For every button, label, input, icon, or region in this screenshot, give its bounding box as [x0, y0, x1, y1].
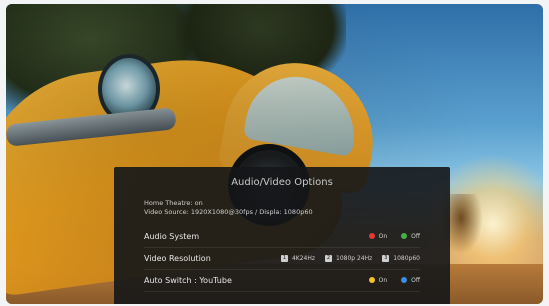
- resolution-4k24hz-button[interactable]: 1 4K24Hz: [280, 254, 315, 262]
- resolution-1080p60-label: 1080p60: [393, 254, 420, 262]
- status-info: Home Theatre: on Video Source: 1920X1080…: [144, 199, 313, 217]
- key-3-icon: 3: [382, 254, 390, 262]
- green-dot-icon: [401, 233, 408, 239]
- row-label-audio-system: Audio System: [144, 231, 200, 241]
- audio-system-on-button[interactable]: On: [368, 232, 388, 240]
- resolution-1080p24hz-button[interactable]: 2 1080p 24Hz: [325, 254, 373, 262]
- row-label-auto-switch: Auto Switch : YouTube: [144, 275, 232, 285]
- auto-switch-off-button[interactable]: Off: [401, 277, 420, 284]
- row-auto-switch-youtube: Auto Switch : YouTube On Off: [144, 269, 420, 292]
- resolution-4k24hz-label: 4K24Hz: [291, 254, 315, 262]
- auto-switch-on-label: On: [378, 276, 388, 284]
- av-options-panel: Audio/Video Options Home Theatre: on Vid…: [114, 167, 450, 304]
- video-resolution-options: 1 4K24Hz 2 1080p 24Hz 3 1080p60: [280, 254, 420, 262]
- row-audio-system: Audio System On Off: [144, 225, 420, 248]
- blue-dot-icon: [401, 277, 408, 283]
- audio-system-off-label: Off: [411, 232, 420, 240]
- key-2-icon: 2: [325, 254, 332, 262]
- yellow-dot-icon: [368, 277, 375, 283]
- row-video-resolution: Video Resolution 1 4K24Hz 2 1080p 24Hz 3…: [144, 247, 420, 270]
- home-theatre-status: Home Theatre: on: [144, 199, 203, 207]
- audio-system-options: On Off: [368, 232, 420, 240]
- auto-switch-off-label: Off: [411, 276, 420, 284]
- panel-title: Audio/Video Options: [231, 177, 333, 188]
- audio-system-on-label: On: [378, 232, 388, 240]
- key-1-icon: 1: [280, 254, 288, 262]
- row-label-video-resolution: Video Resolution: [144, 253, 211, 263]
- resolution-1080p60-button[interactable]: 3 1080p60: [382, 254, 420, 262]
- auto-switch-on-button[interactable]: On: [368, 276, 388, 284]
- resolution-1080p24hz-label: 1080p 24Hz: [336, 254, 373, 262]
- red-dot-icon: [368, 233, 375, 239]
- audio-system-off-button[interactable]: Off: [401, 233, 420, 240]
- video-source-status: Video Source: 1920X1080@30fps / Displa: …: [144, 208, 313, 216]
- auto-switch-options: On Off: [368, 276, 420, 284]
- background-photo: Audio/Video Options Home Theatre: on Vid…: [6, 4, 543, 304]
